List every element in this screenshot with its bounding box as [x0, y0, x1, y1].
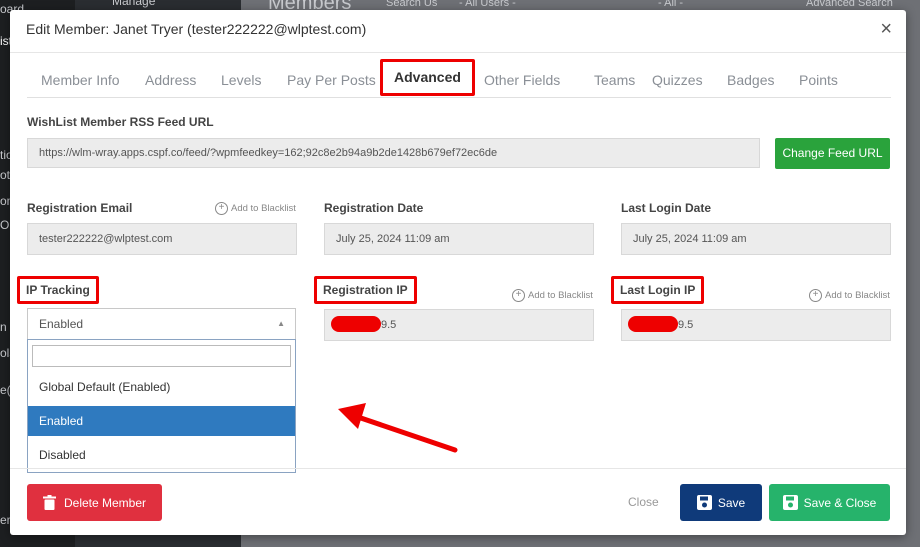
- plus-circle-icon: +: [809, 289, 822, 302]
- save-close-button[interactable]: Save & Close: [769, 484, 890, 521]
- search-users-input: Search Us: [386, 0, 438, 9]
- tab-quizzes[interactable]: Quizzes: [652, 65, 703, 95]
- registration-ip-label: Registration IP: [314, 276, 417, 304]
- tab-other-fields[interactable]: Other Fields: [484, 65, 560, 95]
- last-login-ip-label: Last Login IP: [611, 276, 705, 304]
- redaction-mark: [628, 316, 678, 333]
- reg-ip-add-to-blacklist[interactable]: + Add to Blacklist: [512, 289, 593, 302]
- header-divider: [10, 52, 906, 53]
- change-feed-url-button[interactable]: Change Feed URL: [775, 138, 890, 169]
- close-button[interactable]: Close: [628, 495, 659, 509]
- registration-email-label: Registration Email: [27, 201, 133, 215]
- tab-badges[interactable]: Badges: [727, 65, 774, 95]
- tab-advanced[interactable]: Advanced: [380, 59, 475, 96]
- select-value: Enabled: [39, 317, 84, 331]
- menu-manage: Manage: [112, 0, 156, 8]
- ip-value-suffix: 9.5: [381, 319, 397, 331]
- users-filter: - All Users -: [459, 0, 516, 9]
- last-login-date-field[interactable]: July 25, 2024 11:09 am: [621, 223, 891, 255]
- registration-ip-field[interactable]: 9.5: [324, 309, 594, 341]
- rss-url-field[interactable]: https://wlm-wray.apps.cspf.co/feed/?wpmf…: [27, 138, 760, 168]
- tab-member-info[interactable]: Member Info: [41, 65, 120, 95]
- plus-circle-icon: +: [512, 289, 525, 302]
- ip-value-suffix: 9.5: [678, 319, 694, 331]
- sidebar-item: ot: [0, 168, 11, 182]
- plus-circle-icon: +: [215, 202, 228, 215]
- ip-tracking-dropdown: Global Default (Enabled) Enabled Disable…: [27, 339, 296, 473]
- tab-bar: Member Info Address Levels Pay Per Posts…: [27, 59, 891, 98]
- status-filter: - All -: [658, 0, 684, 9]
- redaction-mark: [331, 316, 381, 333]
- tab-pay-per-posts[interactable]: Pay Per Posts: [287, 65, 376, 95]
- tab-teams[interactable]: Teams: [594, 65, 635, 95]
- registration-date-label: Registration Date: [324, 201, 424, 215]
- save-close-label: Save & Close: [803, 495, 877, 510]
- login-ip-add-to-blacklist[interactable]: + Add to Blacklist: [809, 289, 890, 302]
- option-enabled[interactable]: Enabled: [28, 406, 295, 436]
- trash-icon: [42, 495, 56, 510]
- dropdown-search-input[interactable]: [32, 345, 291, 367]
- save-label: Save: [717, 495, 746, 510]
- rss-label: WishList Member RSS Feed URL: [27, 115, 214, 129]
- last-login-ip-field[interactable]: 9.5: [621, 309, 891, 341]
- ip-tracking-label: IP Tracking: [17, 276, 99, 304]
- footer-divider: [10, 468, 906, 469]
- caret-up-icon: ▲: [277, 319, 285, 328]
- delete-member-button[interactable]: Delete Member: [27, 484, 162, 521]
- floppy-disk-icon: [696, 495, 712, 510]
- blacklist-label: Add to Blacklist: [825, 290, 890, 301]
- blacklist-label: Add to Blacklist: [231, 203, 296, 214]
- tab-points[interactable]: Points: [799, 65, 838, 95]
- ip-tracking-select[interactable]: Enabled ▲: [27, 308, 296, 340]
- save-button[interactable]: Save: [680, 484, 762, 521]
- advanced-search-link: Advanced Search: [806, 0, 893, 9]
- option-disabled[interactable]: Disabled: [28, 440, 295, 470]
- modal-title: Edit Member: Janet Tryer (tester222222@w…: [26, 21, 367, 37]
- email-add-to-blacklist[interactable]: + Add to Blacklist: [215, 202, 296, 215]
- last-login-date-label: Last Login Date: [621, 201, 712, 215]
- delete-label: Delete Member: [63, 495, 147, 510]
- sidebar-item: n: [0, 320, 7, 334]
- tab-levels[interactable]: Levels: [221, 65, 261, 95]
- floppy-disk-icon: [782, 495, 798, 510]
- annotation-arrow-icon: [338, 403, 458, 453]
- option-global-default[interactable]: Global Default (Enabled): [28, 372, 295, 402]
- tab-address[interactable]: Address: [145, 65, 196, 95]
- blacklist-label: Add to Blacklist: [528, 290, 593, 301]
- registration-email-field[interactable]: tester222222@wlptest.com: [27, 223, 297, 255]
- registration-date-field[interactable]: July 25, 2024 11:09 am: [324, 223, 594, 255]
- close-icon[interactable]: ×: [880, 19, 892, 39]
